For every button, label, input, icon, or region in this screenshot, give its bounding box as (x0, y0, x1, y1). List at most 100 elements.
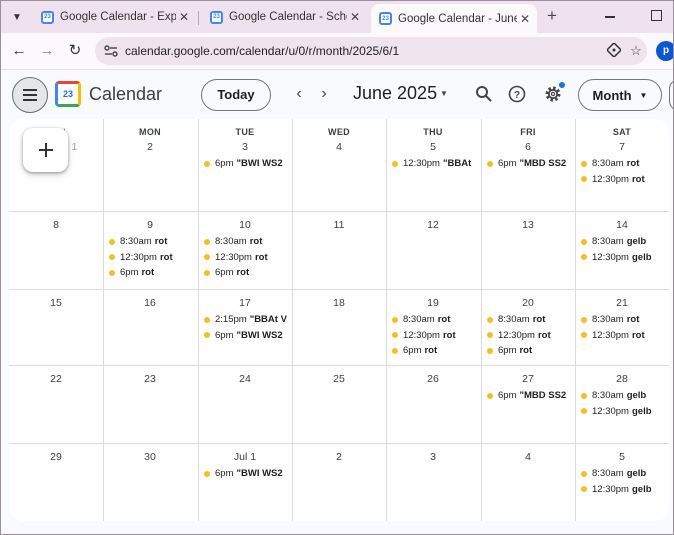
event-chip[interactable]: 6pm rot (109, 265, 193, 280)
event-chip[interactable]: 8:30am rot (581, 156, 665, 171)
day-number[interactable]: 4 (292, 141, 386, 153)
side-panel-button[interactable] (669, 79, 673, 111)
tab-close-icon[interactable]: ✕ (517, 12, 533, 26)
day-number[interactable]: 29 (9, 451, 103, 463)
event-chip[interactable]: 12:30pm rot (581, 172, 665, 187)
day-number[interactable]: 9 (103, 219, 197, 231)
forward-arrow-icon[interactable]: → (37, 41, 57, 61)
tab-june-2025[interactable]: 23 Google Calendar - June 20 ✕ (371, 4, 537, 33)
tab-schedule[interactable]: 23 Google Calendar - Schedul ✕ (202, 5, 367, 29)
day-number[interactable]: 11 (292, 219, 386, 231)
tab-search-chevron-icon[interactable]: ▼ (7, 7, 27, 27)
day-number[interactable]: 30 (103, 451, 197, 463)
create-event-button[interactable] (23, 128, 68, 172)
main-menu-button[interactable] (12, 77, 48, 113)
search-icon[interactable] (471, 81, 497, 107)
event-time: 6pm (498, 390, 517, 401)
current-month-title[interactable]: June 2025 (353, 83, 437, 104)
day-number[interactable]: 8 (9, 219, 103, 231)
event-chip[interactable]: 8:30am rot (109, 234, 193, 249)
maximize-button[interactable] (651, 10, 662, 21)
day-number[interactable]: 16 (103, 297, 197, 309)
reload-icon[interactable]: ↻ (65, 41, 85, 61)
day-number[interactable]: 26 (386, 373, 480, 385)
day-number[interactable]: 27 (481, 373, 575, 385)
day-number[interactable]: 25 (292, 373, 386, 385)
day-number[interactable]: 4 (481, 451, 575, 463)
day-number[interactable]: 2 (292, 451, 386, 463)
event-chip[interactable]: 12:30pm rot (581, 328, 665, 343)
new-tab-button[interactable]: + (541, 6, 563, 28)
day-number[interactable]: 21 (575, 297, 669, 309)
profile-avatar[interactable]: p (656, 41, 673, 61)
previous-month-icon[interactable]: ‹ (289, 83, 309, 107)
tab-close-icon[interactable]: ✕ (347, 10, 363, 24)
event-chip[interactable]: 8:30am gelb (581, 234, 665, 249)
event-title: rot (626, 314, 640, 325)
event-color-dot (581, 176, 587, 183)
event-chip[interactable]: 12:30pm gelb (581, 250, 665, 265)
day-number[interactable]: 18 (292, 297, 386, 309)
day-number[interactable]: Jul 1 (198, 451, 292, 463)
event-chip[interactable]: 2:15pm "BBAt V (204, 312, 288, 327)
event-chip[interactable]: 8:30am gelb (581, 466, 665, 481)
event-chip[interactable]: 12:30pm rot (109, 250, 193, 265)
event-time: 6pm (120, 267, 139, 279)
day-number[interactable]: 22 (9, 373, 103, 385)
event-chip[interactable]: 6pm rot (392, 343, 476, 358)
day-number[interactable]: 5 (575, 451, 669, 463)
tab-export[interactable]: 23 Google Calendar - Export/i ✕ (33, 5, 196, 29)
day-number[interactable]: 12 (386, 219, 480, 231)
day-number[interactable]: 13 (481, 219, 575, 231)
event-time: 12:30pm (403, 158, 440, 169)
day-number[interactable]: 5 (386, 141, 480, 153)
day-number[interactable]: 14 (575, 219, 669, 231)
event-chip[interactable]: 8:30am rot (392, 312, 476, 327)
event-chip[interactable]: 12:30pm "BBAt (392, 156, 476, 171)
event-chip[interactable]: 8:30am gelb (581, 388, 665, 403)
day-number[interactable]: 28 (575, 373, 669, 385)
event-chip[interactable]: 8:30am rot (581, 312, 665, 327)
bookmark-star-icon[interactable]: ☆ (625, 43, 647, 59)
omnibox[interactable]: calendar.google.com/calendar/u/0/r/month… (95, 37, 647, 65)
day-number[interactable]: 20 (481, 297, 575, 309)
day-number[interactable]: 6 (481, 141, 575, 153)
today-button[interactable]: Today (201, 79, 271, 111)
day-number[interactable]: 23 (103, 373, 197, 385)
event-chip[interactable]: 6pm rot (204, 265, 288, 280)
install-app-icon[interactable] (603, 41, 625, 60)
day-number[interactable]: 7 (575, 141, 669, 153)
help-icon[interactable]: ? (504, 81, 530, 107)
event-chip[interactable]: 6pm rot (487, 343, 571, 358)
day-number[interactable]: 15 (9, 297, 103, 309)
day-number[interactable]: 2 (103, 141, 197, 153)
event-chip[interactable]: 8:30am rot (487, 312, 571, 327)
event-chip[interactable]: 6pm "MBD SS2 (487, 156, 571, 171)
event-chip[interactable]: 12:30pm rot (392, 328, 476, 343)
next-month-icon[interactable]: › (314, 83, 334, 107)
view-switcher-button[interactable]: Month ▼ (578, 79, 662, 111)
event-chip[interactable]: 12:30pm rot (487, 328, 571, 343)
event-chip[interactable]: 6pm "BWI WS2 (204, 328, 288, 343)
event-chip[interactable]: 6pm "MBD SS2 (487, 388, 571, 403)
tab-close-icon[interactable]: ✕ (176, 10, 192, 24)
month-picker-caret-icon[interactable]: ▼ (440, 89, 448, 98)
day-number[interactable]: 24 (198, 373, 292, 385)
event-chip[interactable]: 12:30pm gelb (581, 404, 665, 419)
day-number[interactable]: 17 (198, 297, 292, 309)
day-number[interactable]: 3 (386, 451, 480, 463)
event-chip[interactable]: 6pm "BWI WS2 (204, 466, 288, 481)
day-number[interactable]: 10 (198, 219, 292, 231)
event-chip[interactable]: 12:30pm gelb (581, 482, 665, 497)
site-info-icon[interactable] (103, 43, 119, 59)
event-title: gelb (631, 405, 652, 417)
minimize-button[interactable] (601, 7, 619, 25)
day-number[interactable]: 3 (198, 141, 292, 153)
weekday-header: MON (139, 127, 161, 137)
event-chip[interactable]: 8:30am rot (204, 234, 288, 249)
weekday-header: TUE (235, 127, 255, 137)
event-chip[interactable]: 12:30pm rot (204, 250, 288, 265)
day-number[interactable]: 19 (386, 297, 480, 309)
back-arrow-icon[interactable]: ← (9, 41, 29, 61)
event-chip[interactable]: 6pm "BWI WS2 (204, 156, 288, 171)
